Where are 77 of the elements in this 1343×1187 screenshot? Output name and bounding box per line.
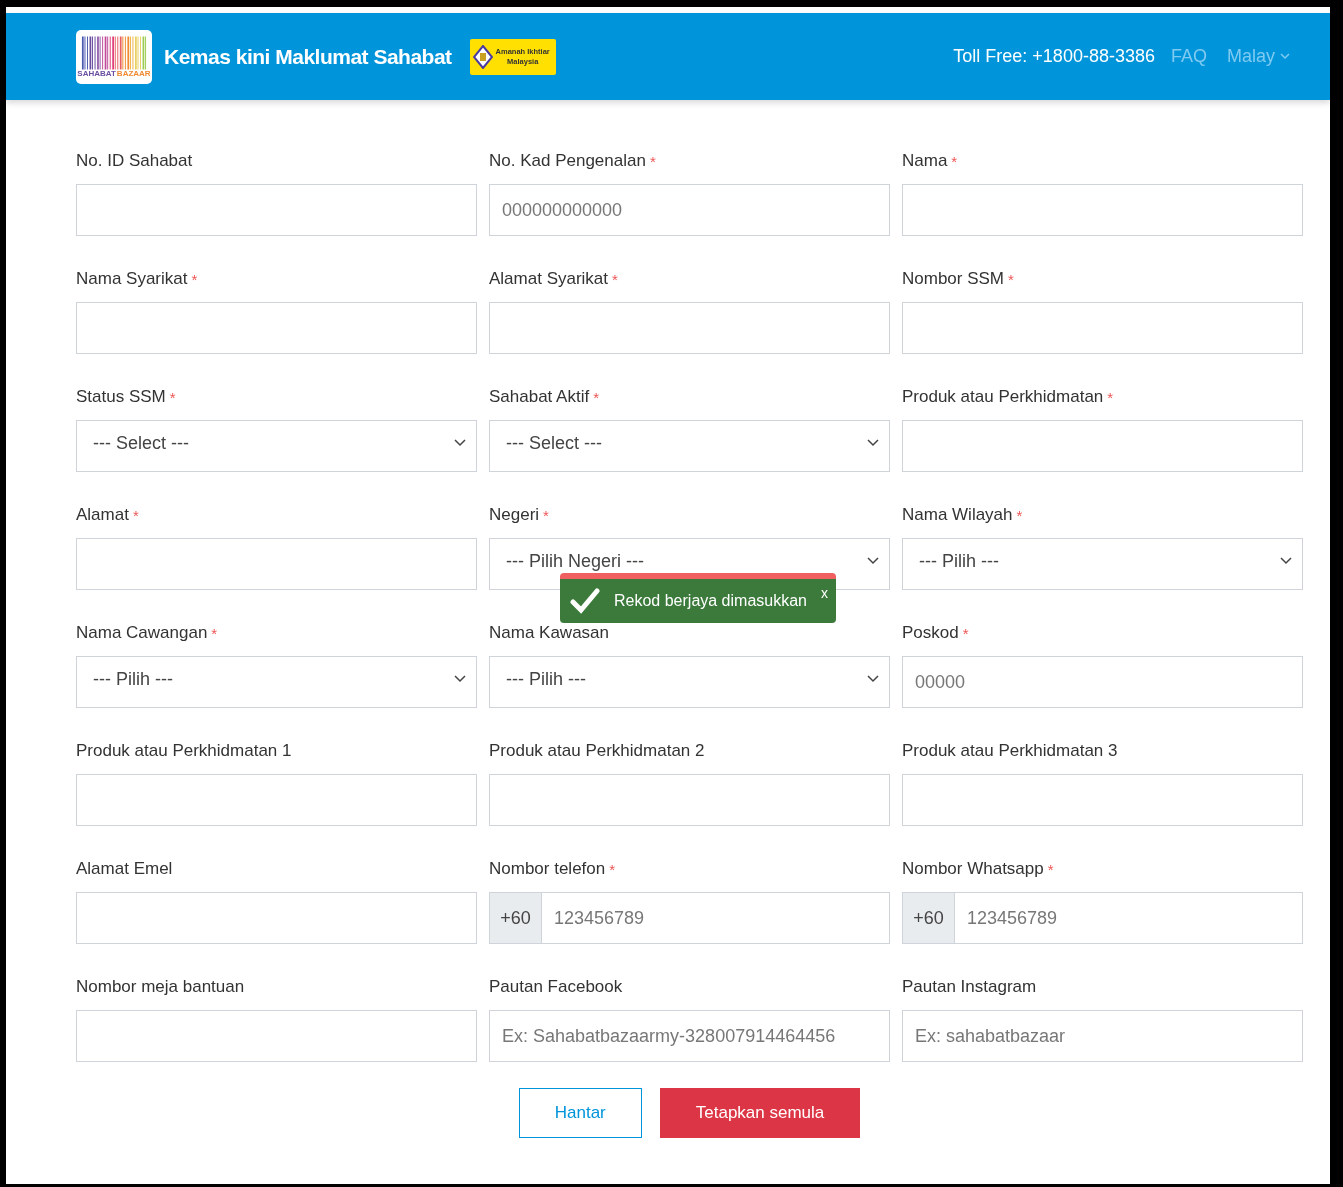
field-label: Nombor telefon [489,859,606,879]
required-asterisk: * [962,624,969,642]
toast-message: Rekod berjaya dimasukkan [614,592,807,610]
text-input[interactable] [902,184,1303,236]
text-input[interactable]: Ex: Sahabatbazaarmy-328007914464456 [489,1010,890,1062]
field-label: Alamat [76,505,129,525]
text-input[interactable]: 00000 [902,656,1303,708]
chevron-down-icon [867,557,879,565]
reset-button[interactable]: Tetapkan semula [659,1088,861,1138]
text-input[interactable] [76,892,477,944]
field-label: Nama Kawasan [489,623,609,643]
toll-free-number: Toll Free: +1800-88-3386 [953,46,1155,67]
required-asterisk: * [612,270,618,288]
field-label: Sahabat Aktif [489,387,590,407]
text-input[interactable] [902,302,1303,354]
select-field[interactable]: --- Pilih --- [902,538,1303,590]
required-asterisk: * [593,388,600,406]
required-asterisk: * [191,270,198,288]
required-asterisk: * [543,506,549,524]
text-input[interactable] [76,302,477,354]
phone-input[interactable]: 123456789 [541,892,890,944]
field-label: No. ID Sahabat [76,151,193,171]
sahabat-bazaar-logo: SAHABATBAZAAR [76,29,152,84]
text-input[interactable] [76,1010,477,1062]
field-label: Pautan Facebook [489,977,623,997]
country-code-prefix: +60 [489,892,541,944]
select-field[interactable]: --- Pilih --- [489,656,890,708]
field-label: Negeri [489,505,540,525]
field-label: Poskod [902,623,959,643]
required-asterisk: * [169,388,176,406]
required-asterisk: * [1008,270,1014,288]
chevron-down-icon [867,439,879,447]
field-label: Nama Cawangan [76,623,208,643]
chevron-down-icon [1280,557,1292,565]
checkmark-icon [570,588,600,614]
field-label: Status SSM [76,387,166,407]
text-input[interactable] [902,774,1303,826]
field-label: Nombor Whatsapp [902,859,1044,879]
field-label: Nombor meja bantuan [76,977,245,997]
text-input[interactable] [489,302,890,354]
field-label: Nama Syarikat [76,269,188,289]
field-label: Pautan Instagram [902,977,1037,997]
required-asterisk: * [649,152,656,170]
page-title: Kemas kini Maklumat Sahabat [164,44,452,69]
required-asterisk: * [1047,860,1054,878]
text-input[interactable] [76,774,477,826]
required-asterisk: * [132,506,139,524]
text-input[interactable] [76,538,477,590]
required-asterisk: * [1107,388,1114,406]
chevron-down-icon [867,675,879,683]
field-label: Nama [902,151,948,171]
field-label: Produk atau Perkhidmatan [902,387,1104,407]
field-label: Produk atau Perkhidmatan 1 [76,741,292,761]
chevron-down-icon [1280,53,1290,60]
text-input[interactable]: 000000000000 [489,184,890,236]
text-input[interactable] [902,420,1303,472]
select-field[interactable]: --- Select --- [76,420,477,472]
field-label: Produk atau Perkhidmatan 2 [489,741,705,761]
required-asterisk: * [211,624,218,642]
field-label: Alamat Syarikat [489,269,609,289]
text-input[interactable]: Ex: sahabatbazaar [902,1010,1303,1062]
country-code-prefix: +60 [902,892,954,944]
select-field[interactable]: --- Pilih --- [76,656,477,708]
field-label: No. Kad Pengenalan [489,151,646,171]
required-asterisk: * [609,860,616,878]
required-asterisk: * [951,152,958,170]
text-input[interactable] [489,774,890,826]
chevron-down-icon [454,675,466,683]
required-asterisk: * [1016,506,1023,524]
field-label: Nama Wilayah [902,505,1013,525]
text-input[interactable] [76,184,477,236]
field-label: Nombor SSM [902,269,1005,289]
field-label: Produk atau Perkhidmatan 3 [902,741,1118,761]
phone-input[interactable]: 123456789 [954,892,1303,944]
chevron-down-icon [454,439,466,447]
select-field[interactable]: --- Select --- [489,420,890,472]
field-label: Alamat Emel [76,859,173,879]
